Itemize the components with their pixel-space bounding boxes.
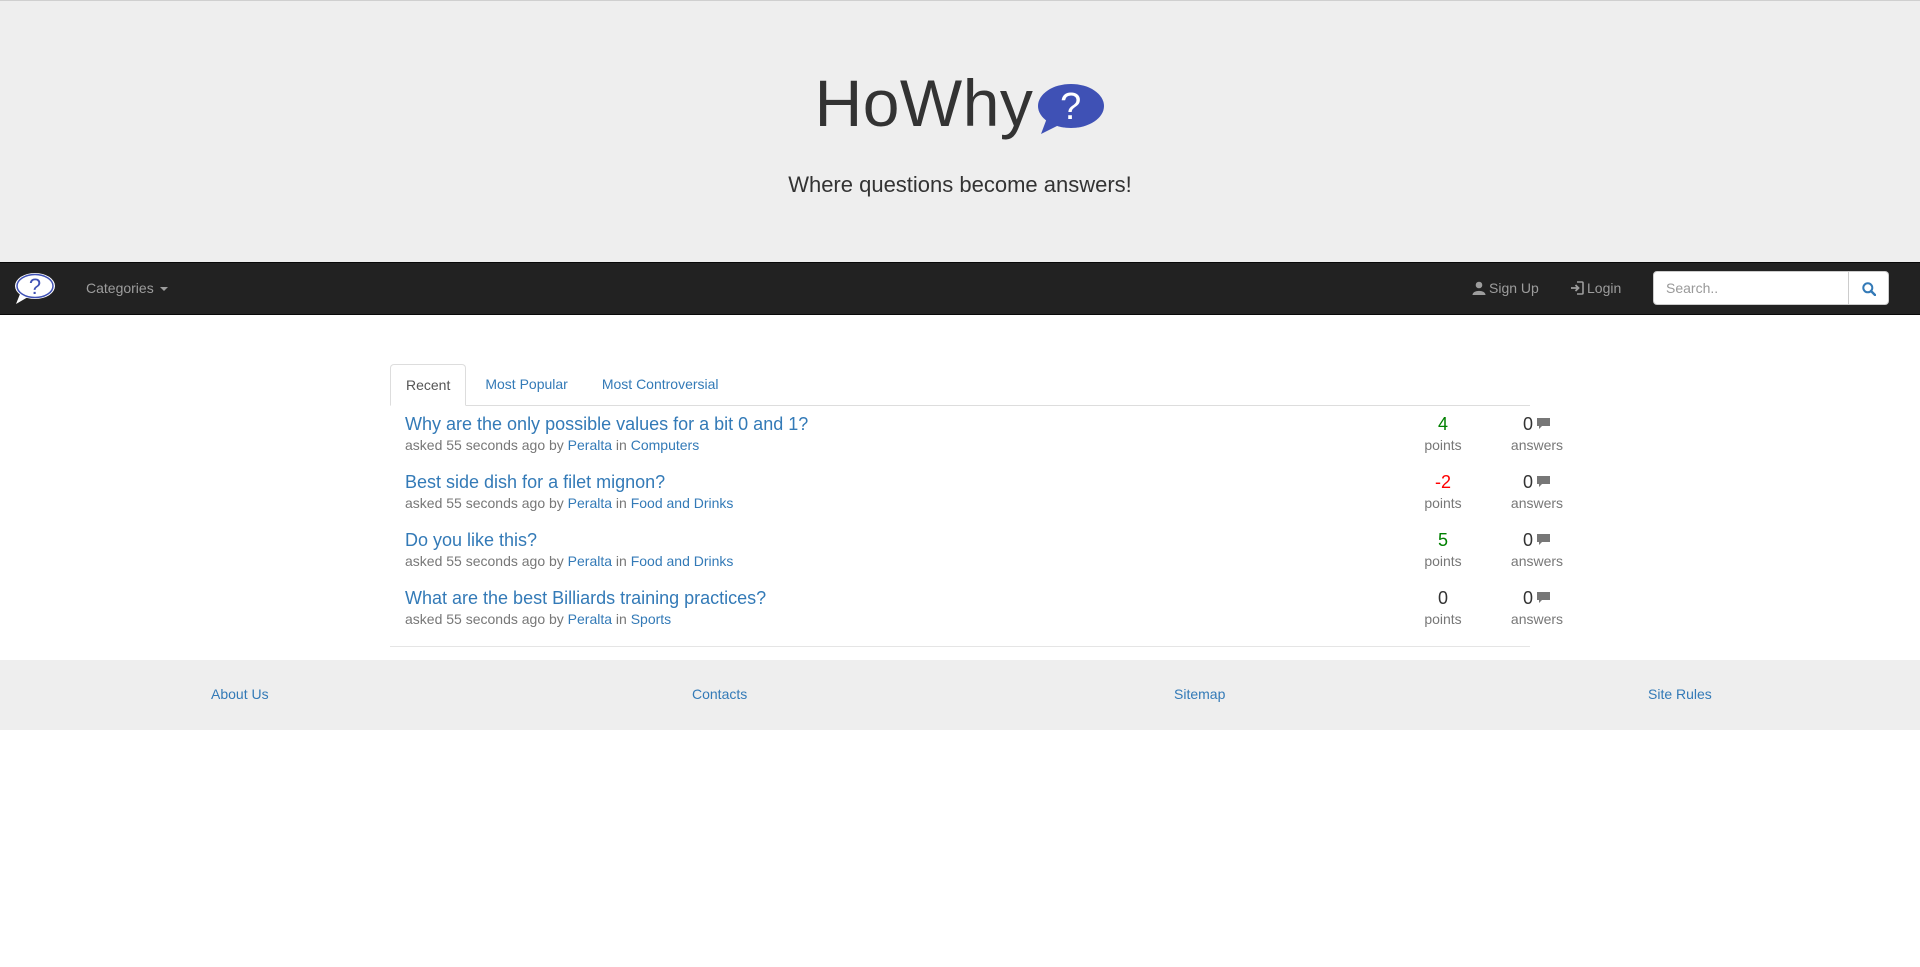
user-icon: [1472, 265, 1486, 295]
answers-stat: 0 answers: [1507, 472, 1567, 511]
search-input[interactable]: [1653, 271, 1849, 305]
comment-icon: [1536, 530, 1551, 545]
list-item: Why are the only possible values for a b…: [390, 406, 1563, 464]
question-title-link[interactable]: Why are the only possible values for a b…: [405, 414, 808, 435]
logo-glyph: ?: [1061, 86, 1083, 128]
question-title-link[interactable]: What are the best Billiards training pra…: [405, 588, 766, 609]
answers-stat: 0 answers: [1507, 588, 1567, 627]
comment-icon: [1536, 414, 1551, 429]
points-label: points: [1424, 611, 1462, 627]
tagline: Where questions become answers!: [788, 172, 1132, 197]
footer-contacts-link[interactable]: Contacts: [692, 660, 747, 728]
list-item: Best side dish for a filet mignon? asked…: [390, 464, 1563, 522]
list-item: What are the best Billiards training pra…: [390, 580, 1563, 638]
question-meta: asked 55 seconds ago by Peralta in Compu…: [405, 437, 699, 453]
footer: About Us Contacts Sitemap Site Rules: [0, 660, 1920, 730]
author-link[interactable]: Peralta: [568, 553, 612, 569]
login-link[interactable]: Login: [1570, 263, 1621, 314]
header-jumbotron: HoWhy ? Where questions become answers!: [0, 0, 1920, 262]
question-meta: asked 55 seconds ago by Peralta in Sport…: [405, 611, 671, 627]
answers-value: 0: [1522, 414, 1533, 434]
question-title-link[interactable]: Do you like this?: [405, 530, 537, 551]
points-value: 0: [1437, 588, 1448, 608]
in-text: in: [615, 437, 627, 453]
categories-dropdown[interactable]: Categories: [86, 263, 168, 314]
asked-text: asked 55 seconds ago by: [405, 495, 564, 511]
tab-most-popular[interactable]: Most Popular: [470, 364, 582, 405]
points-stat: 5 points: [1413, 530, 1473, 569]
navbar-logo-icon[interactable]: ?: [14, 272, 56, 306]
question-meta: asked 55 seconds ago by Peralta in Food …: [405, 553, 733, 569]
question-title-link[interactable]: Best side dish for a filet mignon?: [405, 472, 665, 493]
search-form: [1653, 271, 1890, 305]
answers-value: 0: [1522, 588, 1533, 608]
category-link[interactable]: Computers: [631, 437, 699, 453]
answers-stat: 0 answers: [1507, 414, 1567, 453]
list-item: Do you like this? asked 55 seconds ago b…: [390, 522, 1563, 580]
points-stat: -2 points: [1413, 472, 1473, 511]
search-icon: [1862, 282, 1877, 296]
main-content: Recent Most Popular Most Controversial W…: [390, 364, 1563, 647]
comment-icon: [1536, 472, 1551, 487]
login-icon: [1570, 265, 1584, 295]
footer-sitemap-link[interactable]: Sitemap: [1174, 660, 1225, 728]
tab-recent[interactable]: Recent: [390, 364, 467, 406]
asked-text: asked 55 seconds ago by: [405, 553, 564, 569]
category-link[interactable]: Food and Drinks: [631, 553, 734, 569]
author-link[interactable]: Peralta: [568, 495, 612, 511]
signup-link[interactable]: Sign Up: [1472, 263, 1539, 314]
category-link[interactable]: Food and Drinks: [631, 495, 734, 511]
author-link[interactable]: Peralta: [568, 437, 612, 453]
question-meta: asked 55 seconds ago by Peralta in Food …: [405, 495, 733, 511]
asked-text: asked 55 seconds ago by: [405, 611, 564, 627]
site-title-text: HoWhy: [814, 66, 1034, 140]
answers-label: answers: [1510, 611, 1564, 627]
in-text: in: [615, 611, 627, 627]
asked-text: asked 55 seconds ago by: [405, 437, 564, 453]
question-bubble-logo-icon: ?: [1037, 75, 1105, 135]
signup-label: Sign Up: [1489, 280, 1539, 296]
site-title: HoWhy ?: [0, 63, 1920, 143]
answers-label: answers: [1510, 437, 1564, 453]
category-link[interactable]: Sports: [631, 611, 671, 627]
search-button[interactable]: [1849, 271, 1890, 305]
navbar-logo-glyph: ?: [29, 274, 41, 299]
caret-down-icon: [159, 287, 168, 292]
question-tabs: Recent Most Popular Most Controversial: [390, 364, 1530, 406]
footer-rules-link[interactable]: Site Rules: [1648, 660, 1712, 728]
answers-stat: 0 answers: [1507, 530, 1567, 569]
author-link[interactable]: Peralta: [568, 611, 612, 627]
footer-about-link[interactable]: About Us: [211, 660, 269, 728]
answers-label: answers: [1510, 553, 1564, 569]
navbar: ? Categories Sign Up Login: [0, 262, 1920, 315]
points-value: 5: [1437, 530, 1448, 550]
question-list: Why are the only possible values for a b…: [390, 406, 1563, 647]
in-text: in: [615, 553, 627, 569]
points-label: points: [1424, 495, 1462, 511]
answers-value: 0: [1522, 472, 1533, 492]
points-stat: 0 points: [1413, 588, 1473, 627]
answers-value: 0: [1522, 530, 1533, 550]
answers-label: answers: [1510, 495, 1564, 511]
comment-icon: [1536, 588, 1551, 603]
points-label: points: [1424, 437, 1462, 453]
points-stat: 4 points: [1413, 414, 1473, 453]
points-value: 4: [1437, 414, 1448, 434]
categories-label: Categories: [86, 280, 154, 296]
in-text: in: [615, 495, 627, 511]
points-value: -2: [1434, 472, 1451, 492]
points-label: points: [1424, 553, 1462, 569]
login-label: Login: [1587, 280, 1622, 296]
tab-most-controversial[interactable]: Most Controversial: [587, 364, 734, 405]
